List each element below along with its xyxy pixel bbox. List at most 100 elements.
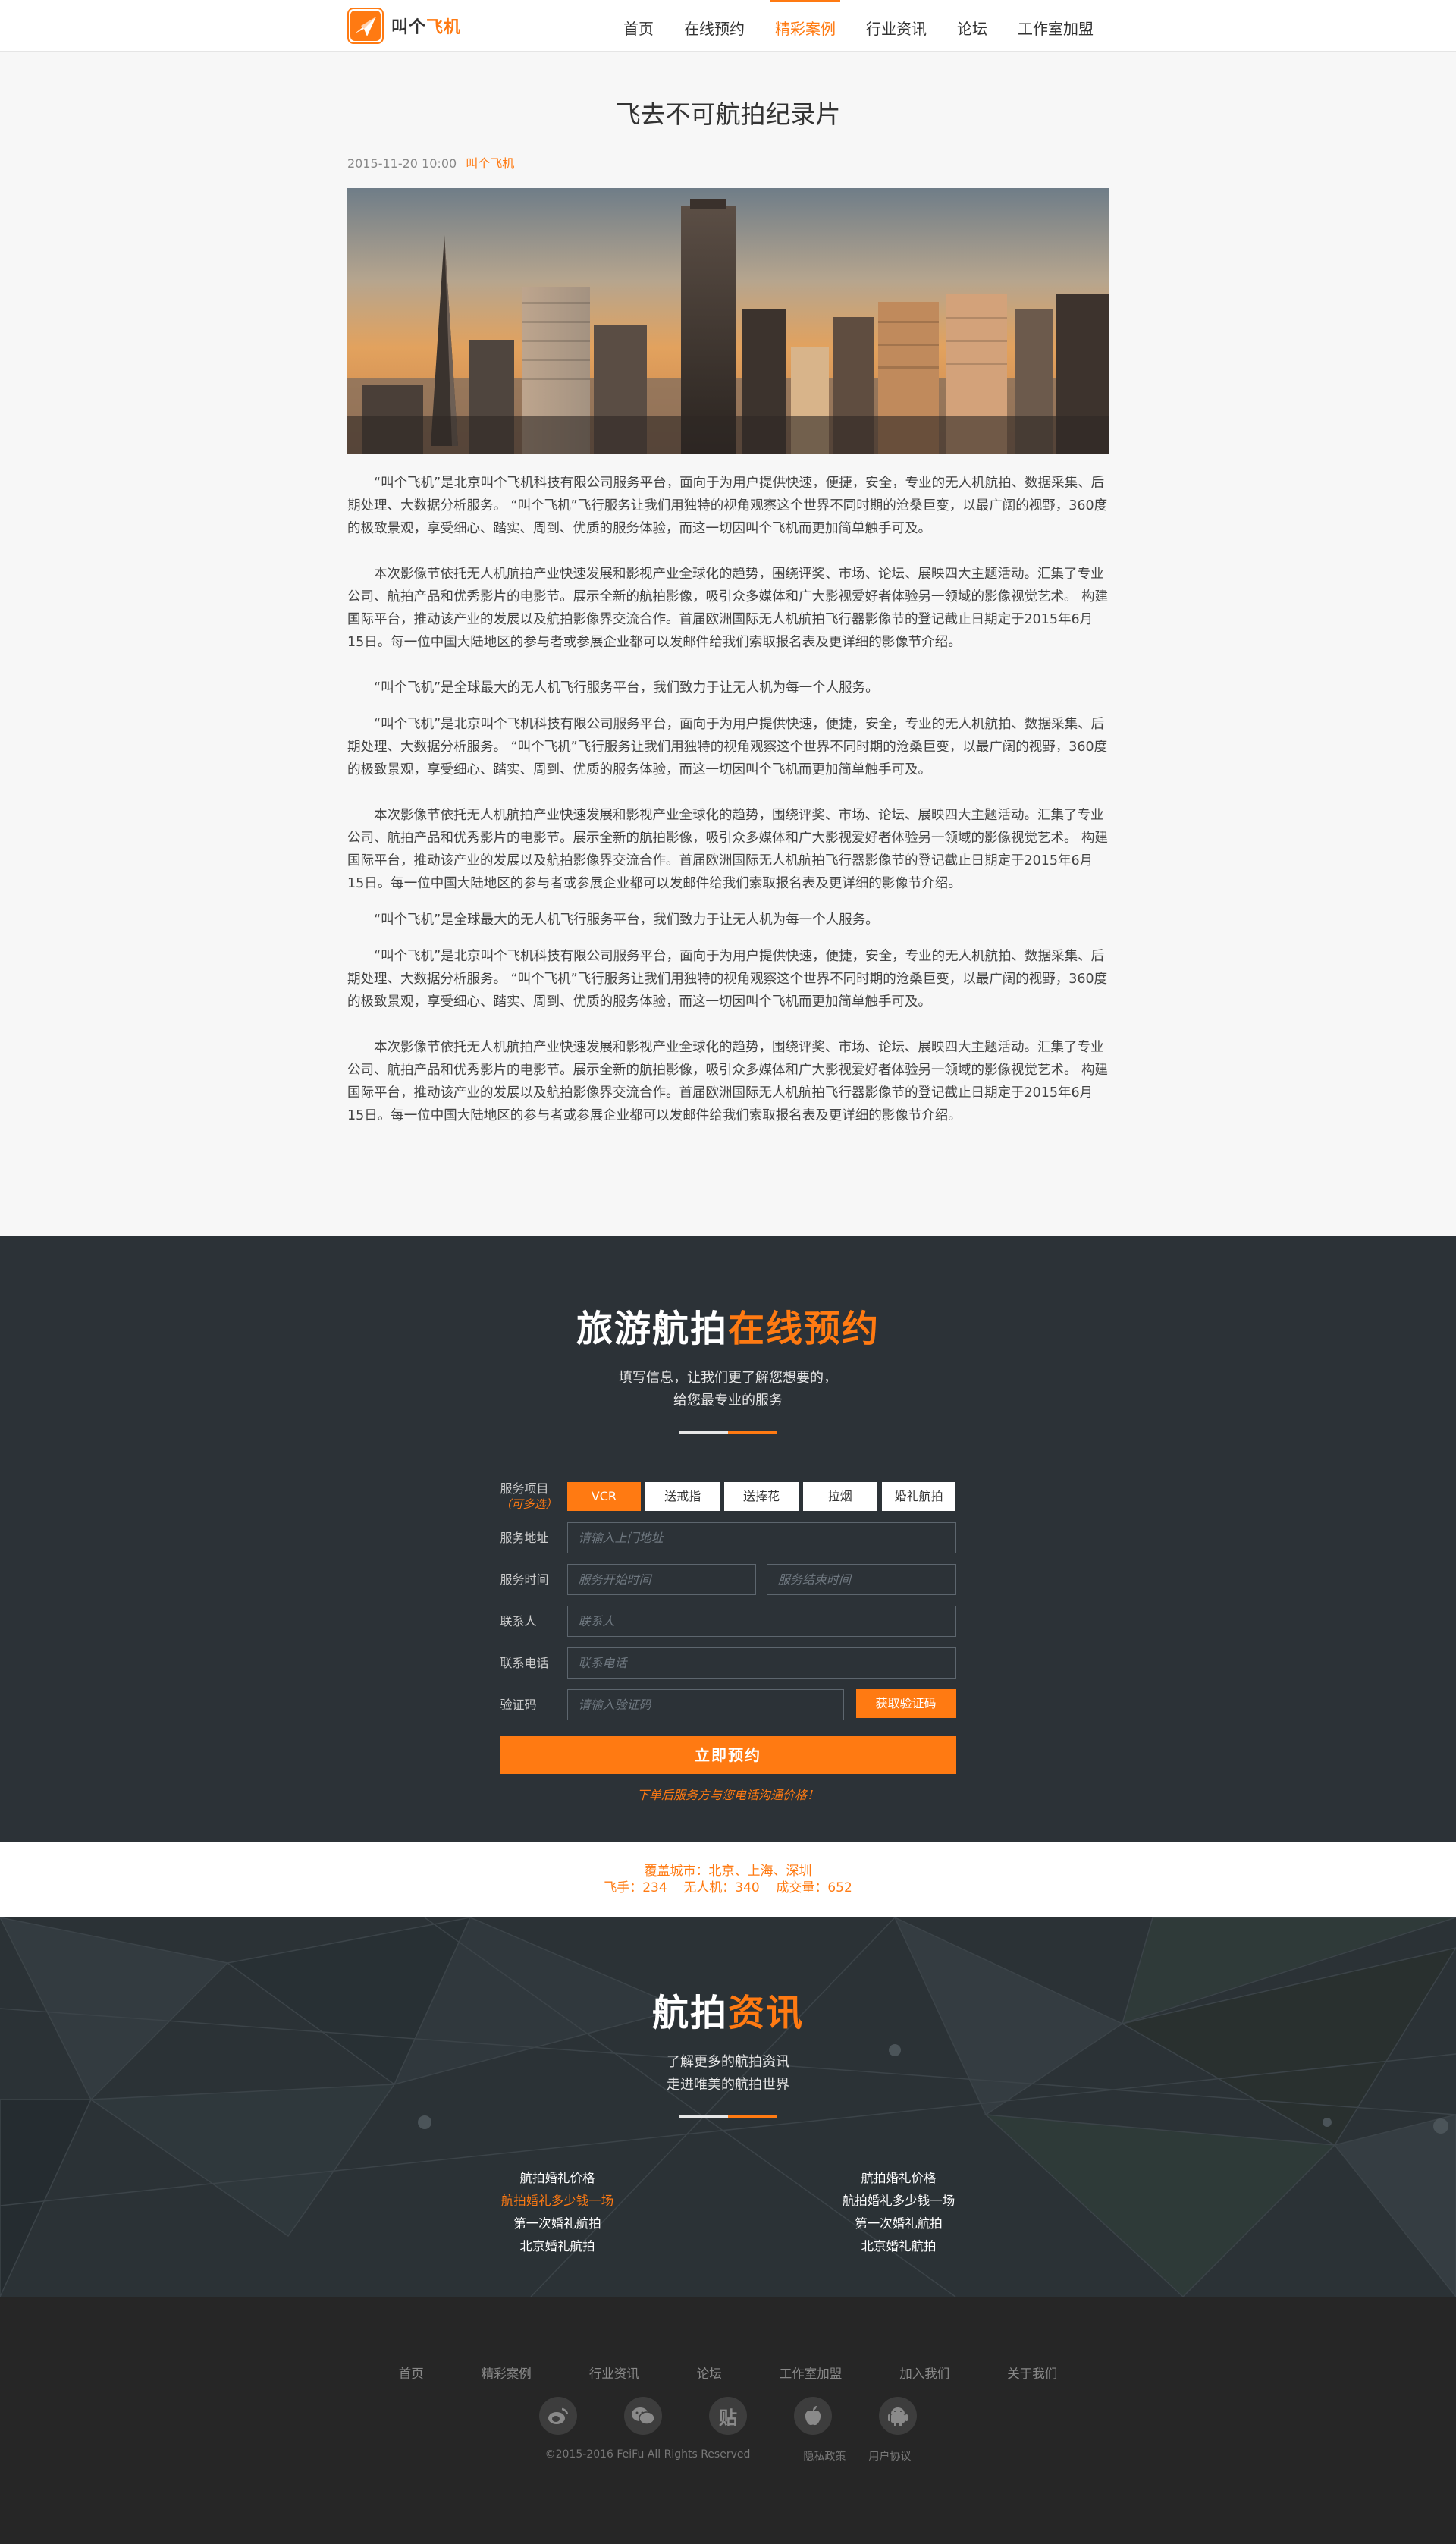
code-input[interactable] [566, 1689, 844, 1720]
booking-note: 下单后服务方与您电话沟通价格！ [636, 1788, 819, 1802]
news-link[interactable]: 北京婚礼航拍 [823, 2235, 974, 2258]
submit-booking-button[interactable]: 立即预约 [500, 1736, 956, 1774]
news-title-main: 航拍 [651, 1992, 728, 2034]
weibo-icon[interactable] [539, 2397, 577, 2435]
service-option-ring[interactable]: 送戒指 [645, 1481, 720, 1511]
article-date: 2015-11-20 10:00 [347, 156, 457, 171]
address-row: 服务地址 [500, 1522, 956, 1554]
phone-row: 联系电话 [500, 1647, 956, 1679]
news-link[interactable]: 航拍婚礼价格 [482, 2167, 633, 2190]
news-subtitle-line: 了解更多的航拍资讯 [667, 2054, 789, 2070]
booking-title: 旅游航拍在线预约 [0, 1299, 1456, 1352]
footer-link-forum[interactable]: 论坛 [668, 2363, 751, 2382]
news-title-accent: 资讯 [728, 1992, 805, 2034]
agreement-link[interactable]: 用户协议 [868, 2448, 911, 2464]
booking-title-main: 旅游航拍 [576, 1308, 728, 1350]
nav-item-join-studio[interactable]: 工作室加盟 [1003, 0, 1109, 52]
wechat-icon[interactable] [624, 2397, 662, 2435]
booking-subtitle: 填写信息，让我们更了解您想要的， 给您最专业的服务 [0, 1367, 1456, 1412]
booking-section: 旅游航拍在线预约 填写信息，让我们更了解您想要的， 给您最专业的服务 服务项目 … [0, 1236, 1456, 1842]
address-label: 服务地址 [500, 1530, 549, 1545]
service-option-smoke[interactable]: 拉烟 [802, 1481, 877, 1511]
logo-text-main: 叫个 [391, 18, 427, 37]
android-icon[interactable] [879, 2397, 917, 2435]
article-title: 飞去不可航拍纪录片 [615, 99, 841, 129]
site-header: 叫个飞机 首页 在线预约 精彩案例 行业资讯 论坛 工作室加盟 [0, 0, 1456, 52]
stats-bar: 覆盖城市：北京、上海、深圳 飞手：234 无人机：340 成交量：652 [0, 1842, 1456, 1917]
time-label: 服务时间 [500, 1572, 549, 1587]
article-author[interactable]: 叫个飞机 [466, 156, 514, 171]
section-divider [679, 2115, 777, 2118]
news-link[interactable]: 航拍婚礼多少钱一场 [482, 2190, 633, 2213]
city-skyline-image [347, 188, 1109, 454]
news-subtitle-line: 走进唯美的航拍世界 [667, 2077, 789, 2093]
contact-row: 联系人 [500, 1605, 956, 1638]
article: 飞去不可航拍纪录片 2015-11-20 10:00 叫个飞机 “叫个飞机”是北… [0, 52, 1456, 1236]
booking-form: 服务项目 （可多选） VCR 送戒指 送捧花 拉烟 婚礼航拍 服务地址 服务时间 [500, 1480, 956, 1803]
footer-nav: 首页 精彩案例 行业资讯 论坛 工作室加盟 加入我们 关于我们 [0, 2363, 1456, 2382]
article-paragraph: “叫个飞机”是全球最大的无人机飞行服务平台，我们致力于让无人机为每一个人服务。 [374, 912, 879, 928]
news-link[interactable]: 第一次婚礼航拍 [482, 2213, 633, 2235]
apple-icon[interactable] [794, 2397, 832, 2435]
footer-link-home[interactable]: 首页 [370, 2363, 453, 2382]
service-option-bouquet[interactable]: 送捧花 [724, 1481, 799, 1511]
article-paragraph: “叫个飞机”是北京叫个飞机科技有限公司服务平台，面向于为用户提供快速，便捷，安全… [347, 949, 1108, 1010]
phone-input[interactable] [566, 1647, 956, 1679]
tieba-icon[interactable]: 贴 [709, 2397, 747, 2435]
nav-item-forum[interactable]: 论坛 [942, 0, 1003, 52]
logo-text-accent: 飞机 [426, 18, 462, 37]
social-icons: 贴 [0, 2397, 1456, 2435]
covered-cities: 覆盖城市：北京、上海、深圳 [644, 1864, 812, 1879]
footer-link-cases[interactable]: 精彩案例 [453, 2363, 560, 2382]
address-input[interactable] [566, 1522, 956, 1553]
privacy-link[interactable]: 隐私政策 [803, 2448, 846, 2464]
site-footer: 首页 精彩案例 行业资讯 论坛 工作室加盟 加入我们 关于我们 贴 ©2015-… [0, 2297, 1456, 2544]
news-content: 航拍资讯 了解更多的航拍资讯 走进唯美的航拍世界 航拍婚礼价格 航拍婚礼多少钱一… [0, 1983, 1456, 2258]
code-row: 验证码 获取验证码 [500, 1688, 956, 1721]
news-link[interactable]: 航拍婚礼价格 [823, 2167, 974, 2190]
stats-counts: 飞手：234 无人机：340 成交量：652 [604, 1880, 852, 1895]
article-paragraph: “叫个飞机”是北京叫个飞机科技有限公司服务平台，面向于为用户提供快速，便捷，安全… [347, 717, 1108, 777]
service-option-vcr[interactable]: VCR [566, 1481, 642, 1511]
section-divider [679, 1431, 777, 1434]
nav-item-news[interactable]: 行业资讯 [851, 0, 942, 52]
contact-label: 联系人 [500, 1613, 537, 1628]
news-link[interactable]: 北京婚礼航拍 [482, 2235, 633, 2258]
service-option-wedding-aerial[interactable]: 婚礼航拍 [881, 1481, 956, 1511]
logo-plane-icon [347, 8, 384, 44]
footer-link-news[interactable]: 行业资讯 [560, 2363, 668, 2382]
footer-link-about[interactable]: 关于我们 [978, 2363, 1086, 2382]
booking-subtitle-line: 填写信息，让我们更了解您想要的， [619, 1370, 837, 1386]
start-time-input[interactable] [566, 1564, 756, 1595]
get-code-button[interactable]: 获取验证码 [855, 1689, 956, 1718]
article-paragraph: “叫个飞机”是北京叫个飞机科技有限公司服务平台，面向于为用户提供快速，便捷，安全… [347, 476, 1108, 536]
article-meta: 2015-11-20 10:00 叫个飞机 [347, 153, 1109, 171]
news-link[interactable]: 第一次婚礼航拍 [823, 2213, 974, 2235]
article-paragraph: 本次影像节依托无人机航拍产业快速发展和影视产业全球化的趋势，围绕评奖、市场、论坛… [347, 808, 1109, 891]
main-nav: 首页 在线预约 精彩案例 行业资讯 论坛 工作室加盟 [608, 0, 1109, 52]
nav-item-booking[interactable]: 在线预约 [669, 0, 760, 52]
article-body: “叫个飞机”是北京叫个飞机科技有限公司服务平台，面向于为用户提供快速，便捷，安全… [347, 472, 1109, 1127]
footer-bottom: ©2015-2016 FeiFu All Rights Reserved 隐私政… [0, 2448, 1456, 2464]
nav-item-home[interactable]: 首页 [608, 0, 669, 52]
contact-input[interactable] [566, 1606, 956, 1637]
logo[interactable]: 叫个飞机 [347, 8, 461, 44]
time-inputs [566, 1564, 956, 1595]
end-time-input[interactable] [767, 1564, 956, 1595]
footer-link-join-studio[interactable]: 工作室加盟 [751, 2363, 871, 2382]
service-options: VCR 送戒指 送捧花 拉烟 婚礼航拍 [566, 1481, 956, 1511]
article-paragraph: “叫个飞机”是全球最大的无人机飞行服务平台，我们致力于让无人机为每一个人服务。 [374, 680, 879, 696]
service-label-text: 服务项目 [500, 1481, 549, 1496]
news-column-right: 航拍婚礼价格 航拍婚礼多少钱一场 第一次婚礼航拍 北京婚礼航拍 [823, 2167, 974, 2258]
news-links: 航拍婚礼价格 航拍婚礼多少钱一场 第一次婚礼航拍 北京婚礼航拍 航拍婚礼价格 航… [0, 2167, 1456, 2258]
service-row: 服务项目 （可多选） VCR 送戒指 送捧花 拉烟 婚礼航拍 [500, 1480, 956, 1512]
logo-text: 叫个飞机 [391, 14, 461, 38]
phone-label: 联系电话 [500, 1655, 549, 1670]
service-optional-hint: （可多选） [500, 1497, 557, 1511]
footer-link-join-us[interactable]: 加入我们 [871, 2363, 978, 2382]
news-title: 航拍资讯 [0, 1983, 1456, 2036]
service-label: 服务项目 （可多选） [500, 1481, 567, 1512]
time-row: 服务时间 [500, 1563, 956, 1596]
nav-item-cases[interactable]: 精彩案例 [760, 0, 851, 52]
news-link[interactable]: 航拍婚礼多少钱一场 [823, 2190, 974, 2213]
